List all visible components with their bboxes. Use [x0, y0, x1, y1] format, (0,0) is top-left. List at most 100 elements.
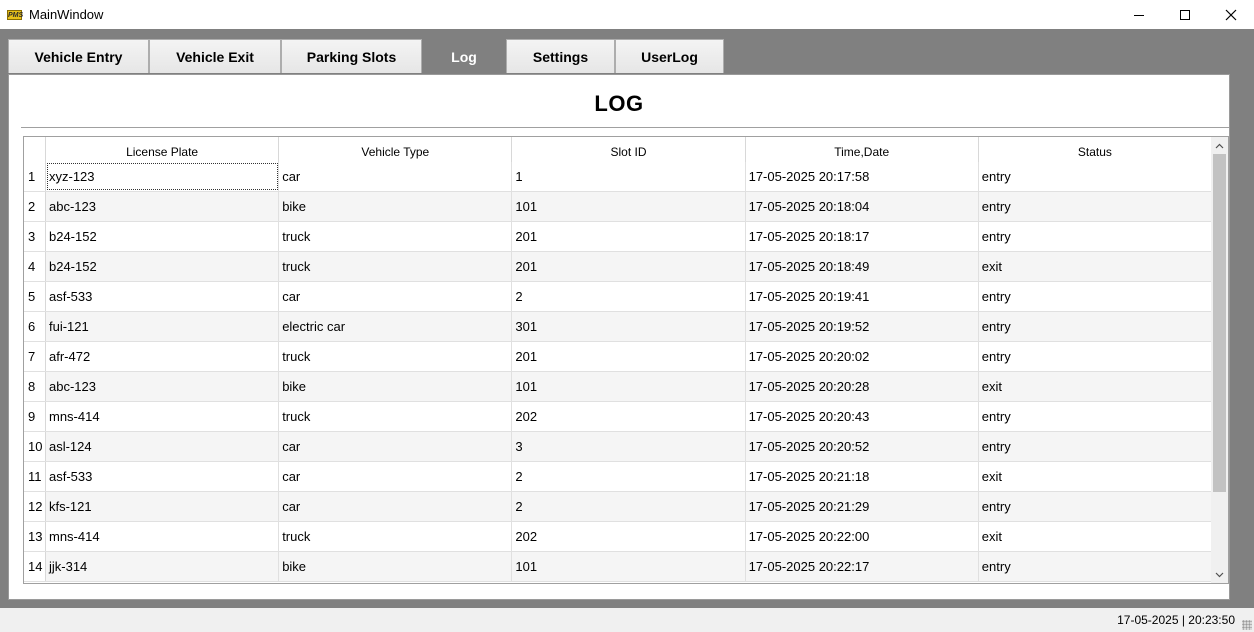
- minimize-button[interactable]: [1116, 0, 1162, 29]
- table-row[interactable]: 11 asf-533 car 2 17-05-2025 20:21:18 exit: [24, 462, 1212, 492]
- row-number[interactable]: 2: [24, 192, 46, 221]
- maximize-button[interactable]: [1162, 0, 1208, 29]
- column-header-time-date[interactable]: Time,Date: [746, 137, 979, 162]
- table-row[interactable]: 8 abc-123 bike 101 17-05-2025 20:20:28 exit: [24, 372, 1212, 402]
- cell-slot-id[interactable]: 2: [512, 462, 746, 491]
- cell-license-plate[interactable]: fui-121: [46, 312, 280, 341]
- row-number[interactable]: 8: [24, 372, 46, 401]
- row-number[interactable]: 10: [24, 432, 46, 461]
- cell-status[interactable]: entry: [979, 492, 1212, 521]
- cell-time-date[interactable]: 17-05-2025 20:19:41: [746, 282, 979, 311]
- tab-settings[interactable]: Settings: [506, 39, 615, 73]
- tab-userlog[interactable]: UserLog: [615, 39, 724, 73]
- cell-slot-id[interactable]: 101: [512, 192, 746, 221]
- cell-status[interactable]: exit: [979, 372, 1212, 401]
- cell-license-plate[interactable]: b24-152: [46, 252, 280, 281]
- cell-vehicle-type[interactable]: truck: [279, 222, 513, 251]
- cell-slot-id[interactable]: 301: [512, 312, 746, 341]
- row-number[interactable]: 12: [24, 492, 46, 521]
- cell-license-plate[interactable]: asf-533: [46, 282, 280, 311]
- cell-vehicle-type[interactable]: electric car: [279, 312, 513, 341]
- cell-license-plate[interactable]: mns-414: [46, 522, 280, 551]
- column-header-license-plate[interactable]: License Plate: [46, 137, 280, 162]
- cell-status[interactable]: entry: [979, 402, 1212, 431]
- table-row[interactable]: 13 mns-414 truck 202 17-05-2025 20:22:00 exit: [24, 522, 1212, 552]
- cell-status[interactable]: entry: [979, 192, 1212, 221]
- row-number[interactable]: 7: [24, 342, 46, 371]
- tab-vehicle-exit[interactable]: Vehicle Exit: [149, 39, 281, 73]
- table-row[interactable]: 14 jjk-314 bike 101 17-05-2025 20:22:17 entry: [24, 552, 1212, 582]
- scroll-down-button[interactable]: [1211, 566, 1228, 583]
- cell-license-plate[interactable]: xyz-123: [46, 162, 280, 191]
- row-number[interactable]: 3: [24, 222, 46, 251]
- cell-license-plate[interactable]: jjk-314: [46, 552, 280, 581]
- cell-status[interactable]: exit: [979, 462, 1212, 491]
- cell-time-date[interactable]: 17-05-2025 20:20:28: [746, 372, 979, 401]
- table-row[interactable]: 5 asf-533 car 2 17-05-2025 20:19:41 entry: [24, 282, 1212, 312]
- cell-vehicle-type[interactable]: bike: [279, 552, 513, 581]
- cell-slot-id[interactable]: 201: [512, 252, 746, 281]
- cell-slot-id[interactable]: 2: [512, 282, 746, 311]
- cell-vehicle-type[interactable]: car: [279, 462, 513, 491]
- cell-slot-id[interactable]: 201: [512, 222, 746, 251]
- cell-status[interactable]: entry: [979, 282, 1212, 311]
- row-number[interactable]: 11: [24, 462, 46, 491]
- cell-vehicle-type[interactable]: truck: [279, 252, 513, 281]
- tab-parking-slots[interactable]: Parking Slots: [281, 39, 422, 73]
- cell-license-plate[interactable]: asf-533: [46, 462, 280, 491]
- cell-status[interactable]: entry: [979, 432, 1212, 461]
- table-row[interactable]: 3 b24-152 truck 201 17-05-2025 20:18:17 entry: [24, 222, 1212, 252]
- cell-slot-id[interactable]: 101: [512, 552, 746, 581]
- cell-license-plate[interactable]: afr-472: [46, 342, 280, 371]
- column-header-slot-id[interactable]: Slot ID: [512, 137, 746, 162]
- cell-time-date[interactable]: 17-05-2025 20:20:43: [746, 402, 979, 431]
- cell-status[interactable]: exit: [979, 522, 1212, 551]
- table-row[interactable]: 7 afr-472 truck 201 17-05-2025 20:20:02 entry: [24, 342, 1212, 372]
- cell-vehicle-type[interactable]: car: [279, 162, 513, 191]
- cell-slot-id[interactable]: 202: [512, 522, 746, 551]
- table-row[interactable]: 1 xyz-123 car 1 17-05-2025 20:17:58 entry: [24, 162, 1212, 192]
- table-corner-button[interactable]: [24, 137, 46, 162]
- table-row[interactable]: 6 fui-121 electric car 301 17-05-2025 20:19:…: [24, 312, 1212, 342]
- table-row[interactable]: 2 abc-123 bike 101 17-05-2025 20:18:04 entry: [24, 192, 1212, 222]
- cell-status[interactable]: exit: [979, 252, 1212, 281]
- cell-slot-id[interactable]: 101: [512, 372, 746, 401]
- tab-log[interactable]: Log: [422, 39, 506, 73]
- cell-time-date[interactable]: 17-05-2025 20:20:02: [746, 342, 979, 371]
- scrollbar-thumb[interactable]: [1213, 154, 1226, 492]
- cell-time-date[interactable]: 17-05-2025 20:20:52: [746, 432, 979, 461]
- scroll-up-button[interactable]: [1211, 137, 1228, 154]
- column-header-vehicle-type[interactable]: Vehicle Type: [279, 137, 513, 162]
- table-row[interactable]: 10 asl-124 car 3 17-05-2025 20:20:52 entry: [24, 432, 1212, 462]
- cell-slot-id[interactable]: 2: [512, 492, 746, 521]
- cell-time-date[interactable]: 17-05-2025 20:19:52: [746, 312, 979, 341]
- cell-slot-id[interactable]: 201: [512, 342, 746, 371]
- cell-status[interactable]: entry: [979, 222, 1212, 251]
- cell-vehicle-type[interactable]: bike: [279, 192, 513, 221]
- column-header-status[interactable]: Status: [979, 137, 1212, 162]
- cell-license-plate[interactable]: mns-414: [46, 402, 280, 431]
- row-number[interactable]: 13: [24, 522, 46, 551]
- cell-status[interactable]: entry: [979, 342, 1212, 371]
- cell-time-date[interactable]: 17-05-2025 20:18:04: [746, 192, 979, 221]
- cell-vehicle-type[interactable]: car: [279, 282, 513, 311]
- close-button[interactable]: [1208, 0, 1254, 29]
- vertical-scrollbar[interactable]: [1211, 137, 1228, 583]
- cell-status[interactable]: entry: [979, 312, 1212, 341]
- resize-grip-icon[interactable]: [1242, 620, 1252, 630]
- cell-time-date[interactable]: 17-05-2025 20:18:17: [746, 222, 979, 251]
- cell-license-plate[interactable]: asl-124: [46, 432, 280, 461]
- row-number[interactable]: 14: [24, 552, 46, 581]
- cell-time-date[interactable]: 17-05-2025 20:18:49: [746, 252, 979, 281]
- cell-license-plate[interactable]: abc-123: [46, 372, 280, 401]
- row-number[interactable]: 9: [24, 402, 46, 431]
- cell-slot-id[interactable]: 1: [512, 162, 746, 191]
- log-table[interactable]: License Plate Vehicle Type Slot ID Time,…: [23, 136, 1229, 584]
- row-number[interactable]: 6: [24, 312, 46, 341]
- cell-time-date[interactable]: 17-05-2025 20:22:17: [746, 552, 979, 581]
- cell-vehicle-type[interactable]: truck: [279, 402, 513, 431]
- cell-license-plate[interactable]: kfs-121: [46, 492, 280, 521]
- cell-vehicle-type[interactable]: bike: [279, 372, 513, 401]
- cell-license-plate[interactable]: abc-123: [46, 192, 280, 221]
- cell-status[interactable]: entry: [979, 552, 1212, 581]
